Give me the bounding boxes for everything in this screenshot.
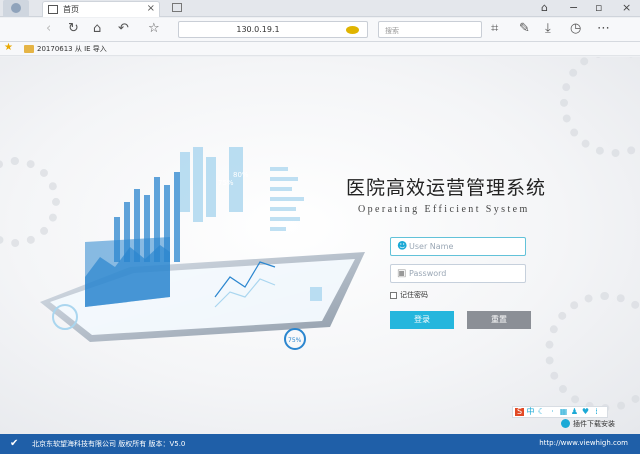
tab-title: 首页	[63, 5, 79, 14]
address-bar[interactable]: 130.0.19.1	[178, 21, 368, 38]
address-text[interactable]: 130.0.19.1	[179, 25, 337, 34]
skin-icon[interactable]: ♥	[581, 408, 590, 416]
search-box[interactable]: 搜索	[378, 21, 482, 38]
folder-icon	[24, 45, 34, 53]
tablet-illustration: 75% 80% 75%	[40, 147, 365, 350]
eye-icon[interactable]	[346, 26, 359, 34]
star-icon[interactable]: ☆	[148, 21, 160, 37]
lock-icon: ▣	[397, 268, 407, 279]
user-icon: ☻	[397, 241, 408, 252]
footer-url[interactable]: http://www.viewhigh.com	[539, 439, 628, 447]
maximize-icon[interactable]: ▫	[595, 1, 602, 14]
history-icon[interactable]: ◷	[570, 21, 581, 37]
horizontal-bars	[270, 167, 304, 231]
pen-icon[interactable]: ✎	[519, 21, 530, 37]
badge-80: 80%	[233, 171, 249, 179]
gear-decoration	[545, 292, 640, 412]
username-input[interactable]	[409, 240, 519, 253]
tab-bar: 首页 × ⌂ − ▫ ×	[0, 0, 640, 17]
download-icon[interactable]: ⤓	[545, 21, 551, 37]
minimize-icon[interactable]: −	[569, 1, 578, 14]
home-tile	[310, 287, 322, 301]
page-favicon-icon	[48, 5, 58, 14]
footer-copyright: 北京东软望海科技有限公司 版权所有 版本：V5.0	[32, 440, 186, 448]
user-avatar[interactable]	[3, 0, 29, 17]
tools-icon[interactable]: ⁞	[592, 408, 601, 416]
remember-label[interactable]: 记住密码	[400, 290, 428, 300]
browser-toolbar: ‹ ↻ ⌂ ↶ ☆ 130.0.19.1 搜索 ⌗ ✎ ⤓ ◷ ⋯	[0, 18, 640, 42]
company-logo-icon: ✔	[10, 438, 19, 449]
remember-password[interactable]: 记住密码	[390, 290, 428, 300]
new-tab-icon[interactable]	[172, 3, 182, 12]
bookmarks-bar: ★ 20170613 从 IE 导入	[0, 42, 640, 56]
remember-checkbox[interactable]	[390, 291, 397, 299]
password-input[interactable]	[409, 267, 519, 280]
badge-75-2: 75%	[288, 337, 302, 344]
bookmark-folder-ie-import[interactable]: 20170613 从 IE 导入	[37, 44, 107, 54]
password-field[interactable]: ▣	[390, 264, 526, 283]
login-button[interactable]: 登录	[390, 311, 454, 329]
crop-icon[interactable]: ⌗	[491, 21, 498, 37]
plugin-download-icon[interactable]	[561, 419, 570, 428]
user-ime-icon[interactable]: ♟	[570, 408, 579, 416]
keyboard-icon[interactable]: ▦	[559, 408, 568, 416]
footer: ✔ 北京东软望海科技有限公司 版权所有 版本：V5.0 http://www.v…	[0, 434, 640, 454]
menu-icon[interactable]: ⋯	[597, 21, 610, 37]
login-page: 75% 80% 75% 医院高效运营管理系统 Operating Efficie…	[0, 57, 640, 434]
back-icon[interactable]: ‹	[46, 21, 51, 37]
bookmark-star-icon[interactable]: ★	[4, 42, 13, 53]
undo-icon[interactable]: ↶	[118, 21, 129, 37]
search-placeholder[interactable]: 搜索	[385, 26, 399, 36]
reset-button[interactable]: 重置	[467, 311, 531, 329]
home-icon[interactable]: ⌂	[93, 21, 101, 37]
ime-mode-label[interactable]: 中	[526, 408, 535, 416]
badge-75-1: 75%	[218, 179, 234, 187]
punctuation-icon[interactable]: ·	[548, 408, 557, 416]
window-close-icon[interactable]: ×	[622, 1, 631, 14]
ime-toolbar[interactable]: S 中 ☾ · ▦ ♟ ♥ ⁞	[512, 406, 608, 418]
gear-decoration	[560, 57, 640, 157]
reload-icon[interactable]: ↻	[68, 21, 79, 37]
system-title: 医院高效运营管理系统	[346, 177, 547, 199]
moon-icon[interactable]: ☾	[537, 408, 546, 416]
tab-close-icon[interactable]: ×	[147, 3, 155, 14]
sogou-ime-icon[interactable]: S	[515, 408, 524, 416]
username-field[interactable]: ☻	[390, 237, 526, 256]
pin-icon[interactable]: ⌂	[541, 1, 548, 14]
system-subtitle: Operating Efficient System	[358, 204, 530, 215]
plugin-download-link[interactable]: 插件下载安装	[573, 419, 615, 429]
tab-home[interactable]: 首页 ×	[42, 1, 160, 17]
